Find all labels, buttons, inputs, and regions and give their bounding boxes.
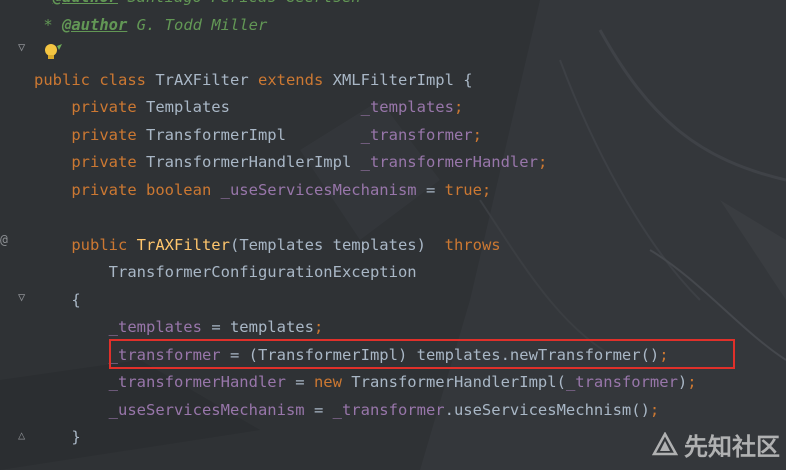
code-token: (Templates templates) <box>229 235 445 254</box>
code-token: * <box>34 15 62 34</box>
code-token: ; <box>537 153 548 171</box>
highlight-annotation-box <box>109 339 735 369</box>
code-token: TransformerHandlerImpl( <box>351 373 566 391</box>
code-line[interactable]: { <box>34 288 81 312</box>
code-token: TransformerImpl <box>145 125 361 144</box>
code-token: _transformer <box>360 125 473 144</box>
code-editor[interactable]: @author Santiago Pericas-Geertsen * @aut… <box>0 0 786 470</box>
code-token: _useServicesMechanism <box>34 400 305 419</box>
code-token: _transformer <box>565 373 678 391</box>
code-token: Santiago Pericas-Geertsen <box>118 0 360 6</box>
code-token: private boolean <box>34 180 221 199</box>
code-token: _templates <box>34 318 202 336</box>
code-token: TrAXFilter <box>155 70 258 89</box>
code-line[interactable]: _useServicesMechanism = _transformer.use… <box>34 398 660 422</box>
code-token: { <box>34 290 81 309</box>
code-line[interactable]: _templates = templates; <box>34 315 324 339</box>
code-line[interactable]: private Templates _templates; <box>34 95 463 119</box>
code-line[interactable]: _transformerHandler = new TransformerHan… <box>34 370 697 394</box>
code-line[interactable]: private TransformerHandlerImpl _transfor… <box>34 150 547 174</box>
lightbulb-icon[interactable] <box>42 42 64 64</box>
code-token: private <box>34 153 146 171</box>
code-token: ) <box>677 373 688 391</box>
code-token: Templates <box>145 98 361 116</box>
code-token: _transformerHandler <box>34 373 286 391</box>
code-token: throws <box>444 235 501 254</box>
code-token: = <box>304 400 333 419</box>
code-token: _transformerHandler <box>360 153 538 171</box>
code-token: ; <box>313 318 324 336</box>
code-token: TransformerHandlerImpl <box>145 153 361 171</box>
code-token: private <box>34 125 146 144</box>
code-line[interactable]: * @author G. Todd Miller <box>34 13 267 37</box>
code-token: G. Todd Miller <box>127 15 268 34</box>
code-token: public <box>34 235 137 254</box>
code-token: new <box>313 373 352 391</box>
code-line[interactable]: public class TrAXFilter extends XMLFilte… <box>34 68 473 92</box>
code-token: public class <box>34 70 156 89</box>
code-token: ; <box>649 400 660 419</box>
code-line[interactable]: @author Santiago Pericas-Geertsen <box>34 0 361 9</box>
watermark-text: 先知社区 <box>684 433 780 461</box>
code-line[interactable]: private boolean _useServicesMechanism = … <box>34 178 491 202</box>
code-line[interactable]: TransformerConfigurationException <box>34 260 417 284</box>
code-token: ; <box>472 125 482 144</box>
code-token: _templates <box>360 98 454 116</box>
code-token: } <box>34 428 81 446</box>
code-line[interactable]: } <box>34 425 81 449</box>
code-token: ; <box>687 373 697 391</box>
code-token: true; <box>444 180 492 199</box>
code-token: _transformer <box>332 400 445 419</box>
code-token: @author <box>62 15 128 34</box>
code-token: TransformerConfigurationException <box>34 263 417 281</box>
code-token: extends <box>257 70 333 89</box>
code-line[interactable]: private TransformerImpl _transformer; <box>34 123 482 147</box>
code-token: = templates <box>201 318 314 336</box>
xianzhi-logo-icon <box>652 431 678 455</box>
code-token: private <box>34 98 146 116</box>
code-token: @author <box>53 0 118 6</box>
code-token: = <box>285 373 314 391</box>
watermark: 先知社区 <box>652 427 780 462</box>
code-token: .useServicesMechnism() <box>444 400 650 419</box>
code-token: = <box>416 180 445 199</box>
code-line[interactable]: public TrAXFilter(Templates templates) t… <box>34 233 501 257</box>
code-token: _useServicesMechanism <box>220 180 417 199</box>
code-token: ; <box>453 98 464 116</box>
code-token: XMLFilterImpl { <box>332 70 473 89</box>
code-token: TrAXFilter <box>136 235 230 254</box>
